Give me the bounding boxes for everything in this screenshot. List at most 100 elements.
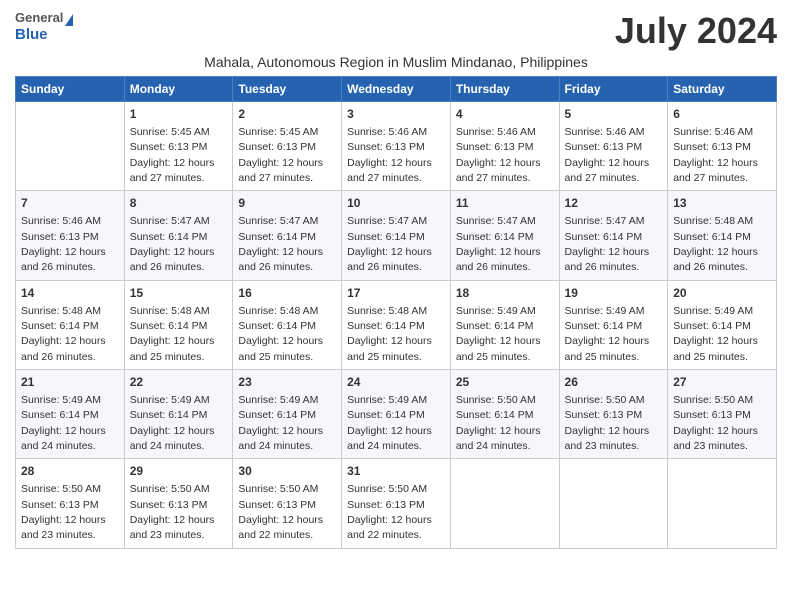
calendar-cell: 11 Sunrise: 5:47 AM Sunset: 6:14 PM Dayli… xyxy=(450,191,559,280)
subtitle: Mahala, Autonomous Region in Muslim Mind… xyxy=(15,54,777,70)
calendar-cell: 16 Sunrise: 5:48 AM Sunset: 6:14 PM Dayli… xyxy=(233,280,342,369)
day-number: 11 xyxy=(456,195,554,212)
day-info: Sunrise: 5:50 AM Sunset: 6:13 PM Dayligh… xyxy=(565,394,650,452)
calendar-cell: 7 Sunrise: 5:46 AM Sunset: 6:13 PM Daylig… xyxy=(16,191,125,280)
calendar-cell: 20 Sunrise: 5:49 AM Sunset: 6:14 PM Dayli… xyxy=(668,280,777,369)
day-number: 2 xyxy=(238,106,336,123)
calendar-cell xyxy=(16,102,125,191)
day-number: 13 xyxy=(673,195,771,212)
day-info: Sunrise: 5:47 AM Sunset: 6:14 PM Dayligh… xyxy=(565,215,650,273)
calendar-cell: 12 Sunrise: 5:47 AM Sunset: 6:14 PM Dayli… xyxy=(559,191,668,280)
day-number: 31 xyxy=(347,463,445,480)
calendar-cell: 15 Sunrise: 5:48 AM Sunset: 6:14 PM Dayli… xyxy=(124,280,233,369)
calendar-cell: 13Sunrise: 5:48 AM Sunset: 6:14 PM Dayli… xyxy=(668,191,777,280)
day-number: 27 xyxy=(673,374,771,391)
calendar-cell: 4Sunrise: 5:46 AM Sunset: 6:13 PM Daylig… xyxy=(450,102,559,191)
calendar-cell: 30Sunrise: 5:50 AM Sunset: 6:13 PM Dayli… xyxy=(233,459,342,548)
day-number: 28 xyxy=(21,463,119,480)
calendar-cell: 23 Sunrise: 5:49 AM Sunset: 6:14 PM Dayli… xyxy=(233,370,342,459)
week-row-2: 7 Sunrise: 5:46 AM Sunset: 6:13 PM Daylig… xyxy=(16,191,777,280)
day-number: 25 xyxy=(456,374,554,391)
day-number: 23 xyxy=(238,374,336,391)
day-info: Sunrise: 5:47 AM Sunset: 6:14 PM Dayligh… xyxy=(238,215,323,273)
day-number: 26 xyxy=(565,374,663,391)
day-info: Sunrise: 5:46 AM Sunset: 6:13 PM Dayligh… xyxy=(21,215,106,273)
week-row-5: 28 Sunrise: 5:50 AM Sunset: 6:13 PM Dayli… xyxy=(16,459,777,548)
day-number: 8 xyxy=(130,195,228,212)
calendar-cell: 22 Sunrise: 5:49 AM Sunset: 6:14 PM Dayli… xyxy=(124,370,233,459)
day-number: 20 xyxy=(673,285,771,302)
header: General Blue July 2024 xyxy=(15,10,777,52)
day-number: 22 xyxy=(130,374,228,391)
calendar-cell xyxy=(450,459,559,548)
day-info: Sunrise: 5:49 AM Sunset: 6:14 PM Dayligh… xyxy=(673,305,758,363)
day-header-monday: Monday xyxy=(124,77,233,102)
day-info: Sunrise: 5:45 AM Sunset: 6:13 PM Dayligh… xyxy=(238,126,323,184)
day-info: Sunrise: 5:50 AM Sunset: 6:13 PM Dayligh… xyxy=(673,394,758,452)
calendar-cell: 18Sunrise: 5:49 AM Sunset: 6:14 PM Dayli… xyxy=(450,280,559,369)
calendar-cell: 19 Sunrise: 5:49 AM Sunset: 6:14 PM Dayli… xyxy=(559,280,668,369)
day-number: 24 xyxy=(347,374,445,391)
day-info: Sunrise: 5:47 AM Sunset: 6:14 PM Dayligh… xyxy=(347,215,432,273)
day-info: Sunrise: 5:49 AM Sunset: 6:14 PM Dayligh… xyxy=(347,394,432,452)
day-info: Sunrise: 5:49 AM Sunset: 6:14 PM Dayligh… xyxy=(130,394,215,452)
day-info: Sunrise: 5:48 AM Sunset: 6:14 PM Dayligh… xyxy=(347,305,432,363)
day-info: Sunrise: 5:49 AM Sunset: 6:14 PM Dayligh… xyxy=(565,305,650,363)
day-info: Sunrise: 5:47 AM Sunset: 6:14 PM Dayligh… xyxy=(456,215,541,273)
calendar-cell: 29Sunrise: 5:50 AM Sunset: 6:13 PM Dayli… xyxy=(124,459,233,548)
day-number: 3 xyxy=(347,106,445,123)
logo-general: General xyxy=(15,10,63,26)
calendar-cell: 10 Sunrise: 5:47 AM Sunset: 6:14 PM Dayli… xyxy=(342,191,451,280)
day-header-friday: Friday xyxy=(559,77,668,102)
calendar-cell: 9 Sunrise: 5:47 AM Sunset: 6:14 PM Daylig… xyxy=(233,191,342,280)
day-info: Sunrise: 5:46 AM Sunset: 6:13 PM Dayligh… xyxy=(673,126,758,184)
day-number: 7 xyxy=(21,195,119,212)
week-row-4: 21 Sunrise: 5:49 AM Sunset: 6:14 PM Dayli… xyxy=(16,370,777,459)
day-info: Sunrise: 5:50 AM Sunset: 6:13 PM Dayligh… xyxy=(130,483,215,541)
day-info: Sunrise: 5:48 AM Sunset: 6:14 PM Dayligh… xyxy=(130,305,215,363)
calendar-cell: 3 Sunrise: 5:46 AM Sunset: 6:13 PM Daylig… xyxy=(342,102,451,191)
day-number: 10 xyxy=(347,195,445,212)
day-number: 16 xyxy=(238,285,336,302)
day-number: 19 xyxy=(565,285,663,302)
calendar-cell: 24 Sunrise: 5:49 AM Sunset: 6:14 PM Dayli… xyxy=(342,370,451,459)
day-number: 12 xyxy=(565,195,663,212)
day-info: Sunrise: 5:50 AM Sunset: 6:14 PM Dayligh… xyxy=(456,394,541,452)
day-info: Sunrise: 5:45 AM Sunset: 6:13 PM Dayligh… xyxy=(130,126,215,184)
day-header-wednesday: Wednesday xyxy=(342,77,451,102)
day-number: 5 xyxy=(565,106,663,123)
day-info: Sunrise: 5:46 AM Sunset: 6:13 PM Dayligh… xyxy=(565,126,650,184)
day-number: 17 xyxy=(347,285,445,302)
day-number: 15 xyxy=(130,285,228,302)
day-info: Sunrise: 5:50 AM Sunset: 6:13 PM Dayligh… xyxy=(238,483,323,541)
calendar-cell: 25 Sunrise: 5:50 AM Sunset: 6:14 PM Dayli… xyxy=(450,370,559,459)
page-title: July 2024 xyxy=(615,10,777,52)
logo-triangle-icon xyxy=(65,14,73,26)
day-header-saturday: Saturday xyxy=(668,77,777,102)
week-row-1: 1 Sunrise: 5:45 AM Sunset: 6:13 PM Daylig… xyxy=(16,102,777,191)
day-info: Sunrise: 5:47 AM Sunset: 6:14 PM Dayligh… xyxy=(130,215,215,273)
day-info: Sunrise: 5:50 AM Sunset: 6:13 PM Dayligh… xyxy=(347,483,432,541)
calendar-cell: 8 Sunrise: 5:47 AM Sunset: 6:14 PM Daylig… xyxy=(124,191,233,280)
day-info: Sunrise: 5:46 AM Sunset: 6:13 PM Dayligh… xyxy=(347,126,432,184)
calendar-cell: 2 Sunrise: 5:45 AM Sunset: 6:13 PM Daylig… xyxy=(233,102,342,191)
day-number: 9 xyxy=(238,195,336,212)
day-info: Sunrise: 5:49 AM Sunset: 6:14 PM Dayligh… xyxy=(238,394,323,452)
day-number: 1 xyxy=(130,106,228,123)
calendar-cell: 21 Sunrise: 5:49 AM Sunset: 6:14 PM Dayli… xyxy=(16,370,125,459)
day-info: Sunrise: 5:50 AM Sunset: 6:13 PM Dayligh… xyxy=(21,483,106,541)
calendar-cell: 27 Sunrise: 5:50 AM Sunset: 6:13 PM Dayli… xyxy=(668,370,777,459)
calendar-cell: 5 Sunrise: 5:46 AM Sunset: 6:13 PM Daylig… xyxy=(559,102,668,191)
day-info: Sunrise: 5:48 AM Sunset: 6:14 PM Dayligh… xyxy=(238,305,323,363)
calendar-cell: 17 Sunrise: 5:48 AM Sunset: 6:14 PM Dayli… xyxy=(342,280,451,369)
calendar-cell: 31 Sunrise: 5:50 AM Sunset: 6:13 PM Dayli… xyxy=(342,459,451,548)
calendar-cell: 6Sunrise: 5:46 AM Sunset: 6:13 PM Daylig… xyxy=(668,102,777,191)
day-info: Sunrise: 5:49 AM Sunset: 6:14 PM Dayligh… xyxy=(21,394,106,452)
day-number: 14 xyxy=(21,285,119,302)
day-info: Sunrise: 5:48 AM Sunset: 6:14 PM Dayligh… xyxy=(21,305,106,363)
calendar-cell: 26 Sunrise: 5:50 AM Sunset: 6:13 PM Dayli… xyxy=(559,370,668,459)
week-row-3: 14 Sunrise: 5:48 AM Sunset: 6:14 PM Dayli… xyxy=(16,280,777,369)
day-number: 4 xyxy=(456,106,554,123)
logo-blue: Blue xyxy=(15,26,48,44)
day-number: 21 xyxy=(21,374,119,391)
